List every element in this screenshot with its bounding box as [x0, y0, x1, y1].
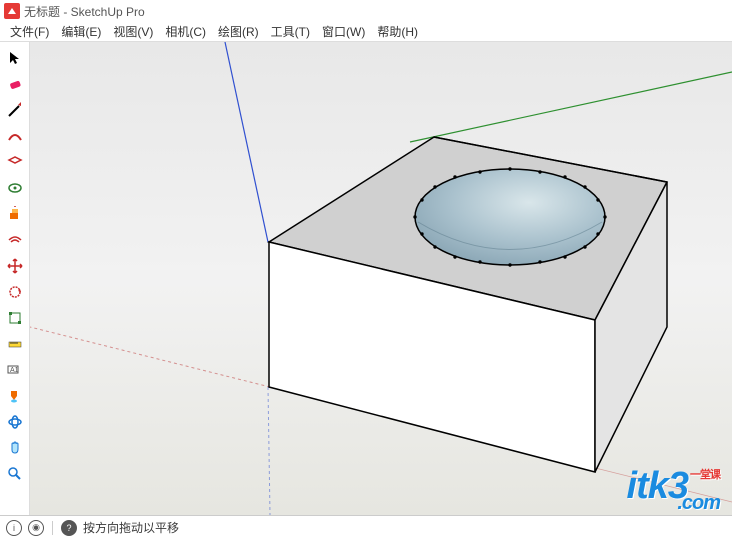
line-tool[interactable] [3, 98, 27, 122]
menu-window[interactable]: 窗口(W) [316, 21, 371, 42]
menu-bar: 文件(F) 编辑(E) 视图(V) 相机(C) 绘图(R) 工具(T) 窗口(W… [0, 22, 732, 42]
toolbar: A1 [0, 42, 30, 515]
eraser-tool[interactable] [3, 72, 27, 96]
arc-tool[interactable] [3, 124, 27, 148]
scale-tool[interactable] [3, 306, 27, 330]
person-icon[interactable]: ◉ [28, 520, 44, 536]
rectangle-tool[interactable] [3, 150, 27, 174]
select-tool[interactable] [3, 46, 27, 70]
move-tool[interactable] [3, 254, 27, 278]
help-icon[interactable]: ? [61, 520, 77, 536]
menu-help[interactable]: 帮助(H) [371, 21, 424, 42]
menu-file[interactable]: 文件(F) [4, 21, 55, 42]
orbit-tool[interactable] [3, 410, 27, 434]
circle-tool[interactable] [3, 176, 27, 200]
window-title: 无标题 - SketchUp Pro [24, 3, 145, 20]
status-bar: i ◉ ? 按方向拖动以平移 [0, 515, 732, 539]
app-icon [4, 3, 20, 19]
menu-edit[interactable]: 编辑(E) [55, 21, 107, 42]
menu-camera[interactable]: 相机(C) [159, 21, 212, 42]
divider [52, 521, 53, 535]
zoom-tool[interactable] [3, 462, 27, 486]
status-hint: 按方向拖动以平移 [83, 519, 179, 536]
paint-tool[interactable] [3, 384, 27, 408]
menu-tools[interactable]: 工具(T) [265, 21, 316, 42]
menu-view[interactable]: 视图(V) [107, 21, 159, 42]
offset-tool[interactable] [3, 228, 27, 252]
title-bar: 无标题 - SketchUp Pro [0, 0, 732, 22]
pushpull-tool[interactable] [3, 202, 27, 226]
svg-text:A1: A1 [10, 367, 19, 374]
viewport-3d[interactable] [30, 42, 732, 515]
workspace: A1 [0, 42, 732, 515]
pan-tool[interactable] [3, 436, 27, 460]
rotate-tool[interactable] [3, 280, 27, 304]
text-tool[interactable]: A1 [3, 358, 27, 382]
menu-draw[interactable]: 绘图(R) [212, 21, 265, 42]
info-icon[interactable]: i [6, 520, 22, 536]
tape-tool[interactable] [3, 332, 27, 356]
